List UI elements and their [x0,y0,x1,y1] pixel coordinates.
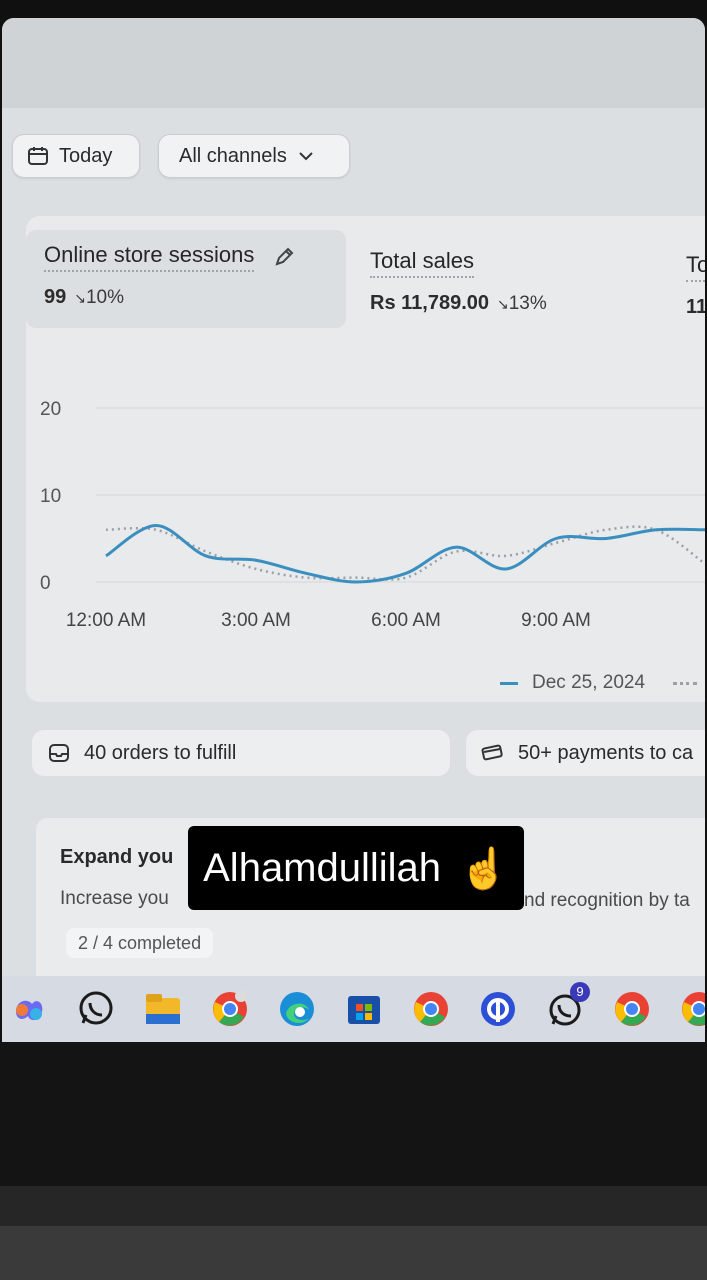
x-tick-label: 3:00 AM [221,610,291,631]
x-tick-label: 12:00 AM [66,610,146,631]
payments-chip-label: 50+ payments to ca [518,741,694,764]
metric-title: Total sales [370,248,474,278]
notification-badge: 9 [570,982,590,1002]
metric-change: 13% [508,292,547,314]
desk-surface [0,1226,707,1280]
y-tick-label: 0 [40,573,51,594]
chrome-icon[interactable] [209,988,251,1030]
metric-title: To [686,252,705,282]
metric-title: Online store sessions [44,242,255,272]
payments-chip[interactable]: 50+ payments to ca [466,730,705,776]
y-tick-label: 10 [40,486,61,507]
progress-badge: 2 / 4 completed [66,928,214,958]
legend-dotted-swatch [673,681,698,685]
x-tick-label: 6:00 AM [371,610,441,631]
expand-description-left: Increase you [60,888,169,909]
copilot-icon[interactable] [8,988,50,1030]
metric-total-sales[interactable]: Total sales Rs 11,789.00 ↘13% [370,248,547,315]
metric-sessions[interactable]: Online store sessions 99 ↘10% [44,242,296,309]
orders-to-fulfill-chip[interactable]: 40 orders to fulfill [32,730,450,776]
chrome-icon[interactable] [678,988,705,1030]
y-tick-label: 20 [40,399,61,420]
browser-top-area [2,18,705,108]
chevron-down-icon [299,152,313,161]
channel-filter-dropdown[interactable]: All channels [158,134,350,178]
chart-legend: Dec 25, 2024 [500,672,698,694]
date-filter-label: Today [59,144,113,167]
expand-title: Expand you [60,846,174,868]
expand-description-right: nd recognition by ta [524,890,690,911]
payment-icon [481,744,503,761]
caption-text: Alhamdullilah [203,845,442,890]
legend-label: Dec 25, 2024 [532,672,646,693]
channel-filter-label: All channels [179,144,287,167]
date-filter-button[interactable]: Today [12,134,140,178]
metric-value: 99 [44,286,67,308]
whatsapp-icon[interactable]: 9 [544,982,590,1030]
inbox-icon [49,744,69,762]
trend-down-icon: ↘ [74,289,86,306]
analytics-card: Online store sessions 99 ↘10% Total sale… [26,216,705,702]
pointing-up-emoji: ☝ [459,846,509,891]
metric-third[interactable]: To 11 [686,252,705,319]
laptop-screen: Today All channels Online store sessions… [2,18,705,1042]
chrome-icon[interactable] [611,988,653,1030]
windows-taskbar: 9 [2,976,705,1042]
file-explorer-icon[interactable] [142,988,184,1030]
x-tick-label: 9:00 AM [521,610,591,631]
legend-swatch [500,681,518,685]
story-caption: Alhamdullilah ☝ [188,826,524,910]
edge-icon[interactable] [276,988,318,1030]
pencil-icon[interactable] [272,245,296,269]
calendar-icon [28,147,48,165]
store-icon[interactable] [343,988,385,1030]
whatsapp-icon[interactable] [75,988,117,1030]
orders-chip-label: 40 orders to fulfill [84,741,237,764]
trend-down-icon: ↘ [497,295,509,312]
app-icon[interactable] [477,988,519,1030]
bezel-edge [0,1186,707,1226]
metric-value: 11 [686,296,705,318]
sessions-series-line [105,523,705,584]
metric-value: Rs 11,789.00 [370,292,489,314]
comparison-series-line [105,525,705,581]
sessions-line-chart: 20100 12:00 AM3:00 AM6:00 AM9:00 AM12 [40,399,705,631]
chrome-icon[interactable] [410,988,452,1030]
metric-change: 10% [85,286,125,308]
